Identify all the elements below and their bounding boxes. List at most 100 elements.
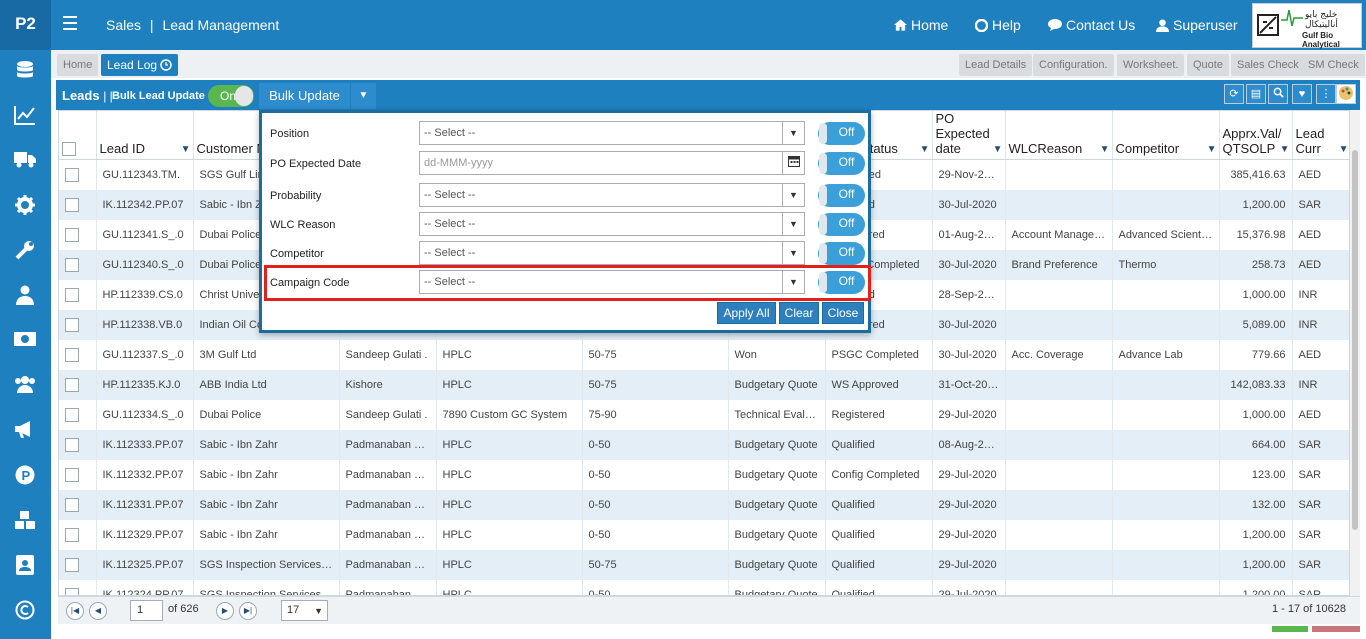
row-select-cell[interactable] [59, 309, 97, 340]
row-checkbox[interactable] [65, 197, 79, 212]
row-select-cell[interactable] [59, 219, 97, 250]
po-date-input[interactable]: dd-MMM-yyyy [419, 151, 805, 175]
heart-icon[interactable]: ♥ [1292, 84, 1312, 104]
filter-icon[interactable]: ▼ [993, 144, 1003, 155]
tab-home[interactable]: Home [57, 54, 99, 76]
calendar-icon[interactable] [782, 152, 804, 174]
caret-down-icon[interactable]: ▼ [782, 184, 804, 206]
row-checkbox[interactable] [65, 497, 79, 512]
chart-line-icon[interactable] [13, 105, 37, 127]
row-select-cell[interactable] [59, 159, 97, 190]
menu-toggle-icon[interactable] [63, 16, 77, 30]
caret-down-icon[interactable]: ▼ [782, 122, 804, 144]
row-select-cell[interactable] [59, 549, 97, 580]
filter-icon[interactable]: ▼ [181, 144, 191, 155]
row-checkbox[interactable] [65, 407, 79, 422]
column-header[interactable]: Competitor ▼ [1112, 111, 1220, 160]
money-icon[interactable] [13, 330, 37, 352]
cancel-button-edge[interactable] [1312, 626, 1360, 632]
tab-lead-details[interactable]: Lead Details [959, 54, 1033, 76]
bulk-field-toggle[interactable]: Off [818, 122, 865, 145]
row-select-cell[interactable] [59, 369, 97, 400]
table-row[interactable]: IK.112332.PP.07 Sabic - Ibn Zahr Padmanaba… [59, 459, 1349, 490]
vertical-scrollbar[interactable] [1350, 110, 1360, 596]
row-select-cell[interactable] [59, 519, 97, 550]
row-checkbox[interactable] [65, 377, 79, 392]
row-checkbox[interactable] [65, 467, 79, 482]
table-row[interactable]: GU.112337.S_.0 3M Gulf Ltd Sandeep Gulati … [59, 339, 1349, 370]
close-button[interactable]: Close [822, 302, 864, 324]
bulk-field-toggle[interactable]: Off [818, 184, 865, 207]
truck-icon[interactable] [13, 150, 37, 172]
row-checkbox[interactable] [65, 317, 79, 332]
row-select-cell[interactable] [59, 489, 97, 520]
bullhorn-icon[interactable] [13, 420, 37, 442]
tab-configuration[interactable]: Configuration. [1033, 54, 1114, 76]
table-row[interactable]: IK.112329.PP.07 Sabic - Ibn Zahr Padmanaba… [59, 519, 1349, 550]
brand-logo[interactable]: P2 [0, 0, 51, 50]
palette-icon[interactable] [1336, 84, 1356, 104]
next-page-icon[interactable]: ▶ [216, 602, 234, 620]
scrollbar-thumb[interactable] [1352, 150, 1358, 530]
export-file-icon[interactable]: ▤ [1246, 84, 1266, 104]
row-select-cell[interactable] [59, 429, 97, 460]
row-checkbox[interactable] [65, 167, 79, 182]
table-row[interactable]: IK.112325.PP.07 SGS Inspection Services -… [59, 549, 1349, 580]
row-checkbox[interactable] [65, 557, 79, 572]
filter-icon[interactable]: ▼ [1280, 144, 1290, 155]
column-header[interactable]: WLCReason ▼ [1005, 111, 1113, 160]
copyright-icon[interactable] [13, 600, 37, 622]
row-checkbox[interactable] [65, 587, 79, 595]
bulk-field-select[interactable]: -- Select -- ▼ [419, 121, 805, 145]
bulk-field-select[interactable]: -- Select -- ▼ [419, 241, 805, 265]
row-select-cell[interactable] [59, 459, 97, 490]
bulk-field-toggle[interactable]: Off [818, 242, 865, 265]
users-icon[interactable] [13, 375, 37, 397]
bulk-field-select[interactable]: -- Select -- ▼ [419, 212, 805, 236]
search-icon[interactable] [1268, 84, 1288, 104]
page-size-select[interactable]: 17 ▼ [281, 600, 328, 621]
user-icon[interactable] [13, 285, 37, 307]
bulk-update-button[interactable]: Bulk Update [259, 83, 350, 109]
bulk-field-toggle[interactable]: Off [818, 152, 865, 175]
nav-contact[interactable]: Contact Us [1048, 17, 1135, 33]
row-select-cell[interactable] [59, 189, 97, 220]
column-header[interactable]: Apprx.Val/ QTSOLP ▼ [1219, 111, 1293, 160]
clear-button[interactable]: Clear [779, 302, 819, 324]
bulk-field-toggle[interactable]: Off [818, 213, 865, 236]
table-row[interactable]: IK.112333.PP.07 Sabic - Ibn Zahr Padmanaba… [59, 429, 1349, 460]
row-checkbox[interactable] [65, 227, 79, 242]
bulk-update-toggle[interactable]: On [208, 85, 254, 107]
nav-home[interactable]: Home [894, 17, 948, 33]
row-checkbox[interactable] [65, 287, 79, 302]
gear-icon[interactable] [13, 195, 37, 217]
select-all-header[interactable] [59, 111, 97, 160]
contact-card-icon[interactable] [13, 555, 37, 577]
row-select-cell[interactable] [59, 249, 97, 280]
more-vertical-icon[interactable]: ⋮ [1316, 84, 1336, 104]
last-page-icon[interactable]: ▶| [239, 602, 257, 620]
row-select-cell[interactable] [59, 339, 97, 370]
tab-quote[interactable]: Quote [1187, 54, 1229, 76]
caret-down-icon[interactable]: ▼ [782, 213, 804, 235]
table-row[interactable]: IK.112324.PP.07 SGS Inspection Services -… [59, 579, 1349, 595]
tab-sales-check[interactable]: Sales Check [1231, 54, 1305, 76]
page-number-input[interactable]: 1 [130, 600, 163, 621]
wrench-icon[interactable] [13, 240, 37, 262]
cubes-icon[interactable] [13, 510, 37, 532]
row-checkbox[interactable] [65, 527, 79, 542]
prev-page-icon[interactable]: ◀ [89, 602, 107, 620]
table-row[interactable]: GU.112334.S_.0 Dubai Police Sandeep Gulati… [59, 399, 1349, 430]
caret-down-icon[interactable]: ▼ [782, 242, 804, 264]
filter-icon[interactable]: ▼ [1339, 144, 1349, 155]
filter-icon[interactable]: ▼ [920, 144, 930, 155]
row-checkbox[interactable] [65, 347, 79, 362]
column-header[interactable]: PO Expected date ▼ [932, 111, 1006, 160]
select-all-checkbox[interactable] [62, 142, 76, 156]
table-row[interactable]: HP.112335.KJ.0 ABB India Ltd Kishore HPLC 50… [59, 369, 1349, 400]
column-header[interactable]: Lead ID ▼ [96, 111, 194, 160]
apply-all-button[interactable]: Apply All [717, 302, 776, 324]
first-page-icon[interactable]: |◀ [66, 602, 84, 620]
nav-help[interactable]: Help [975, 17, 1021, 33]
tab-worksheet[interactable]: Worksheet. [1117, 54, 1185, 76]
